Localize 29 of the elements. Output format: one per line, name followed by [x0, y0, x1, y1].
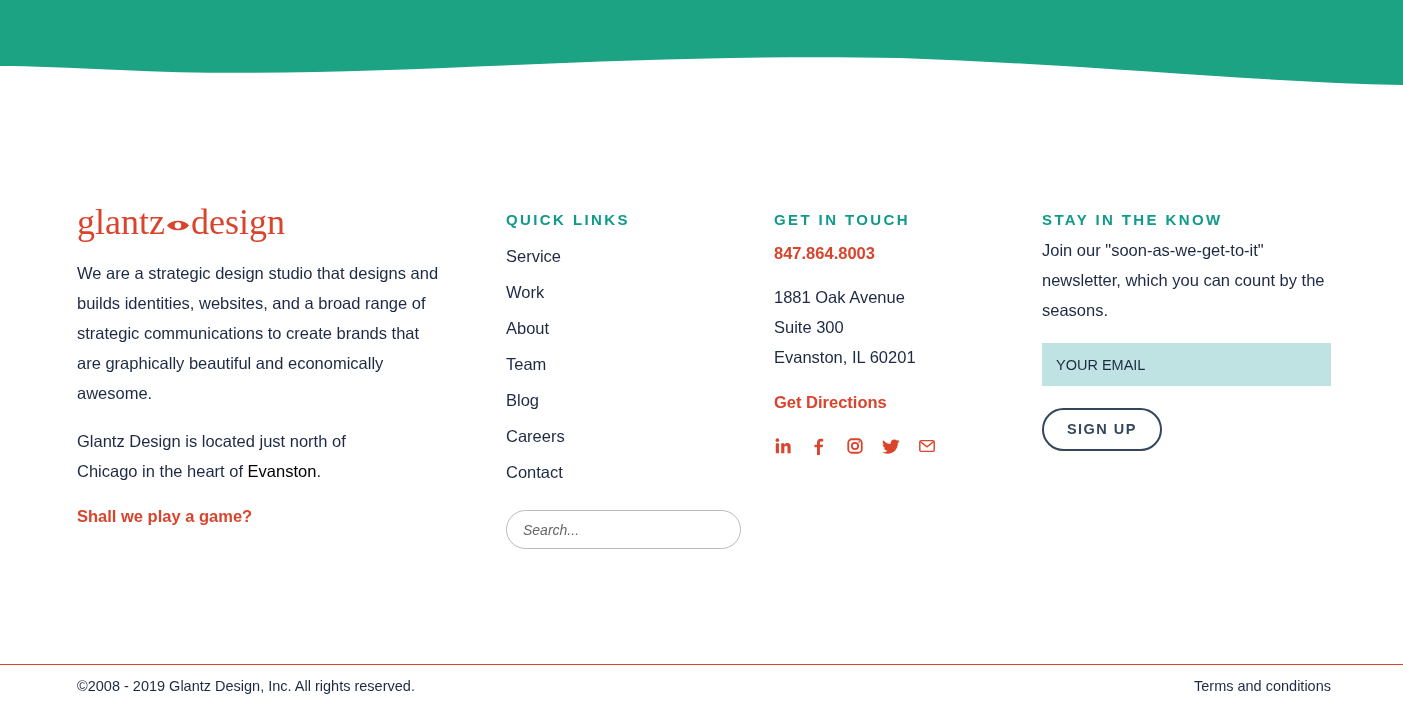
phone-link[interactable]: 847.864.8003 — [774, 238, 875, 268]
terms-link[interactable]: Terms and conditions — [1194, 676, 1331, 698]
instagram-icon[interactable] — [846, 436, 864, 455]
section-heading: GET IN TOUCH — [774, 210, 911, 230]
directions-link[interactable]: Get Directions — [774, 390, 887, 415]
newsletter-text: Join our "soon-as-we-get-to-it" newsletter, which you can count by the seasons. — [1042, 240, 1326, 321]
about-paragraph: We are a strategic design studio that designs and builds identities, websites, and a broad range of strategic communications to create brands that are graphically beautiful and economically awesome. — [77, 263, 440, 404]
search-field[interactable]: Search... — [506, 510, 741, 549]
game-link[interactable]: Shall we play a game? — [77, 504, 253, 529]
address-line: Suite 300 — [774, 317, 845, 338]
quick-link[interactable]: Blog — [506, 382, 540, 418]
section-heading: STAY IN THE KNOW — [1042, 210, 1223, 230]
quick-link[interactable]: About — [506, 310, 550, 346]
copyright-text: ©2008 - 2019 Glantz Design, Inc. All rights reserved. — [77, 677, 415, 697]
logo-text: design — [190, 202, 285, 242]
quick-link[interactable]: Contact — [506, 454, 563, 490]
quick-link[interactable]: Team — [506, 346, 547, 382]
location-paragraph: Glantz Design is located just north of Chicago in the heart of Evanston. — [77, 431, 347, 482]
section-heading: QUICK LINKS — [506, 210, 630, 230]
address-line: 1881 Oak Avenue — [774, 287, 906, 308]
quick-link[interactable]: Work — [506, 274, 545, 310]
email-field[interactable]: YOUR EMAIL — [1042, 343, 1331, 386]
logo-text: glantz — [77, 202, 165, 242]
sign-up-button[interactable]: SIGN UP — [1042, 408, 1162, 451]
linkedin-icon[interactable] — [774, 436, 792, 455]
evanston-link[interactable]: Evanston — [247, 462, 317, 480]
address-line: Evanston, IL 60201 — [774, 347, 917, 368]
quick-link[interactable]: Careers — [506, 418, 565, 454]
quick-link[interactable]: Service — [506, 238, 562, 274]
